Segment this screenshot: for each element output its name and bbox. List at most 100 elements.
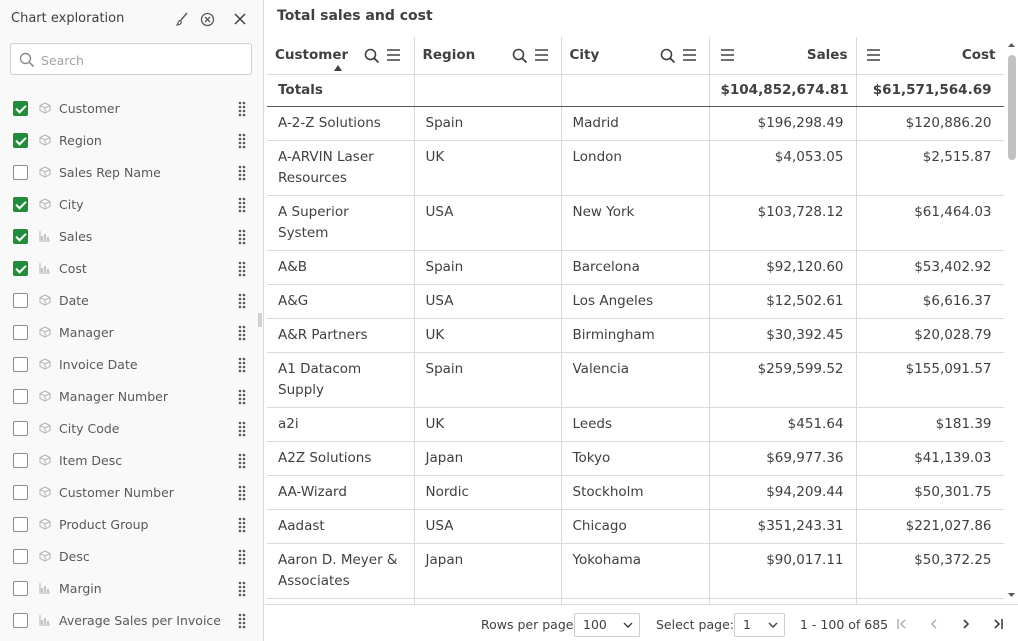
field-item[interactable]: Date: [0, 285, 264, 317]
field-item[interactable]: Margin: [0, 573, 264, 605]
table-row[interactable]: a2i UK Leeds $451.64 $181.39: [267, 407, 1004, 442]
table-cell-customer[interactable]: A2Z Solutions: [267, 441, 415, 476]
drag-handle-icon[interactable]: [238, 357, 246, 373]
next-page-icon[interactable]: [959, 617, 973, 631]
drag-handle-icon[interactable]: [238, 101, 246, 117]
field-item[interactable]: Cost: [0, 253, 264, 285]
field-item[interactable]: Average Sales per Invoice: [0, 605, 264, 637]
field-item[interactable]: Region: [0, 125, 264, 157]
field-item[interactable]: Invoice Date: [0, 349, 264, 381]
field-item[interactable]: City Code: [0, 413, 264, 445]
drag-handle-icon[interactable]: [238, 261, 246, 277]
field-checkbox[interactable]: [13, 357, 28, 372]
table-cell-city[interactable]: Madrid: [561, 106, 710, 141]
menu-icon[interactable]: [720, 48, 735, 62]
table-row[interactable]: A-2-Z Solutions Spain Madrid $196,298.49 $12…: [267, 106, 1004, 141]
scrollbar-thumb[interactable]: [1008, 55, 1016, 160]
field-item[interactable]: City: [0, 189, 264, 221]
field-checkbox[interactable]: [13, 517, 28, 532]
field-checkbox[interactable]: [13, 389, 28, 404]
brush-icon[interactable]: [174, 10, 192, 28]
table-row[interactable]: A2Z Solutions Japan Tokyo $69,977.36 $41,139…: [267, 441, 1004, 476]
menu-icon[interactable]: [866, 48, 881, 62]
table-cell-customer[interactable]: A-2-Z Solutions: [267, 106, 415, 141]
drag-handle-icon[interactable]: [238, 517, 246, 533]
drag-handle-icon[interactable]: [238, 421, 246, 437]
table-cell-customer[interactable]: A Superior System: [267, 195, 415, 251]
table-cell-city[interactable]: Leeds: [561, 407, 710, 442]
last-page-icon[interactable]: [991, 617, 1005, 631]
field-item[interactable]: Product Group: [0, 509, 264, 541]
table-cell-customer[interactable]: A1 Datacom Supply: [267, 352, 415, 408]
field-checkbox[interactable]: [13, 549, 28, 564]
field-checkbox[interactable]: [13, 485, 28, 500]
drag-handle-icon[interactable]: [238, 581, 246, 597]
search-icon[interactable]: [364, 48, 380, 64]
clear-selections-icon[interactable]: [198, 10, 216, 28]
column-header-city[interactable]: City: [561, 37, 710, 75]
drag-handle-icon[interactable]: [238, 549, 246, 565]
rows-per-page-select[interactable]: 100: [574, 613, 640, 637]
table-cell-region[interactable]: UK: [414, 140, 562, 196]
close-icon[interactable]: [231, 10, 249, 28]
table-row[interactable]: A1 Datacom Supply Spain Valencia $259,599.5…: [267, 352, 1004, 408]
table-cell-city[interactable]: Los Angeles: [561, 284, 710, 319]
table-cell-city[interactable]: Stockholm: [561, 475, 710, 510]
field-checkbox[interactable]: [13, 197, 28, 212]
table-row[interactable]: A&G USA Los Angeles $12,502.61 $6,616.37: [267, 284, 1004, 319]
table-cell-customer[interactable]: A&G: [267, 284, 415, 319]
table-row[interactable]: A-ARVIN Laser Resources UK London $4,053.05…: [267, 140, 1004, 196]
field-checkbox[interactable]: [13, 325, 28, 340]
table-cell-region[interactable]: Japan: [414, 543, 562, 599]
table-row[interactable]: Aadast USA Chicago $351,243.31 $221,027.86: [267, 509, 1004, 544]
table-cell-customer[interactable]: Aaron D. Meyer & Associates: [267, 543, 415, 599]
field-item[interactable]: Sales: [0, 221, 264, 253]
drag-handle-icon[interactable]: [238, 453, 246, 469]
menu-icon[interactable]: [534, 48, 549, 62]
table-cell-customer[interactable]: AA-Wizard: [267, 475, 415, 510]
drag-handle-icon[interactable]: [238, 229, 246, 245]
table-cell-city[interactable]: London: [561, 140, 710, 196]
first-page-icon[interactable]: [895, 617, 909, 631]
table-row[interactable]: A&B Spain Barcelona $92,120.60 $53,402.92: [267, 250, 1004, 285]
field-checkbox[interactable]: [13, 421, 28, 436]
column-header-cost[interactable]: Cost: [856, 37, 1004, 75]
field-item[interactable]: Manager Number: [0, 381, 264, 413]
field-item[interactable]: Customer: [0, 93, 264, 125]
vertical-scrollbar[interactable]: [1005, 37, 1018, 604]
drag-handle-icon[interactable]: [238, 133, 246, 149]
table-cell-customer[interactable]: a2i: [267, 407, 415, 442]
table-cell-customer[interactable]: A&B: [267, 250, 415, 285]
field-checkbox[interactable]: [13, 133, 28, 148]
panel-resize-handle[interactable]: [258, 313, 262, 327]
table-cell-region[interactable]: Nordic: [414, 475, 562, 510]
table-cell-region[interactable]: Spain: [414, 250, 562, 285]
table-cell-city[interactable]: New York: [561, 195, 710, 251]
table-cell-city[interactable]: Chicago: [561, 509, 710, 544]
scroll-down-icon[interactable]: [1005, 589, 1018, 601]
column-header-customer[interactable]: Customer: [267, 37, 415, 75]
table-cell-region[interactable]: USA: [414, 284, 562, 319]
field-checkbox[interactable]: [13, 229, 28, 244]
table-cell-city[interactable]: Yokohama: [561, 543, 710, 599]
search-icon[interactable]: [660, 48, 676, 64]
field-item[interactable]: Item Desc: [0, 445, 264, 477]
field-item[interactable]: Manager: [0, 317, 264, 349]
table-row[interactable]: A&R Partners UK Birmingham $30,392.45 $20,02…: [267, 318, 1004, 353]
table-cell-region[interactable]: UK: [414, 318, 562, 353]
menu-icon[interactable]: [386, 48, 401, 62]
column-header-sales[interactable]: Sales: [709, 37, 857, 75]
table-cell-city[interactable]: Tokyo: [561, 441, 710, 476]
table-cell-city[interactable]: Birmingham: [561, 318, 710, 353]
table-cell-region[interactable]: UK: [414, 407, 562, 442]
table-cell-customer[interactable]: A&R Partners: [267, 318, 415, 353]
field-checkbox[interactable]: [13, 293, 28, 308]
drag-handle-icon[interactable]: [238, 293, 246, 309]
field-checkbox[interactable]: [13, 261, 28, 276]
table-cell-city[interactable]: Valencia: [561, 352, 710, 408]
drag-handle-icon[interactable]: [238, 485, 246, 501]
search-icon[interactable]: [512, 48, 528, 64]
previous-page-icon[interactable]: [927, 617, 941, 631]
search-input[interactable]: [41, 50, 241, 70]
field-checkbox[interactable]: [13, 453, 28, 468]
